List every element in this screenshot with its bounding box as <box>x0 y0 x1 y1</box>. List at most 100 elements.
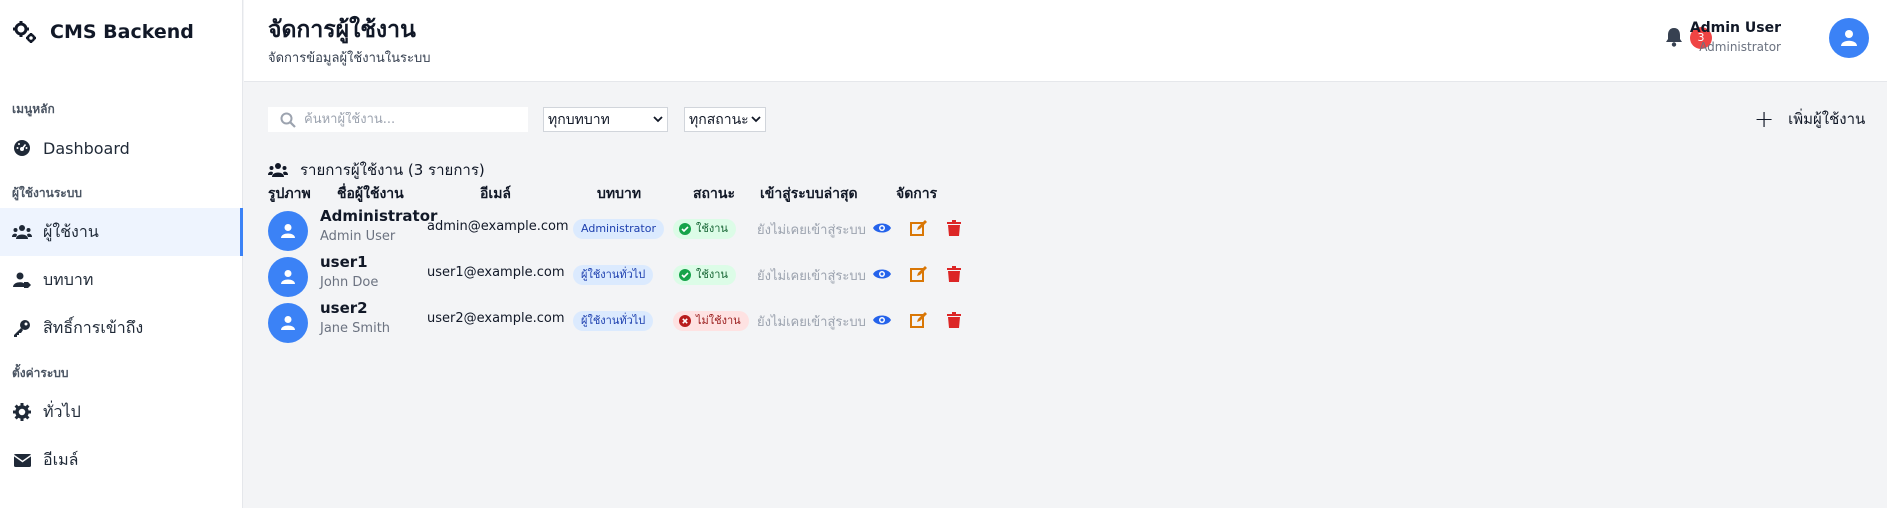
username: user2 <box>320 299 368 317</box>
sidebar-item-label: Dashboard <box>43 138 130 158</box>
status-badge: ใช้งาน <box>673 265 736 285</box>
search-box[interactable] <box>268 107 528 132</box>
users-icon <box>12 222 32 242</box>
list-title: รายการผู้ใช้งาน (3 รายการ) <box>268 158 485 182</box>
sidebar-item-label: ผู้ใช้งาน <box>43 221 99 241</box>
email: user1@example.com <box>427 265 565 280</box>
list-title-text: รายการผู้ใช้งาน (3 รายการ) <box>300 161 485 179</box>
check-circle-icon <box>679 269 691 281</box>
edit-button[interactable] <box>908 310 928 330</box>
sidebar-item-email[interactable]: อีเมล์ <box>0 436 242 484</box>
sidebar-item-dashboard[interactable]: Dashboard <box>0 124 242 172</box>
view-button[interactable] <box>872 264 892 284</box>
column-header-avatar: รูปภาพ <box>268 186 311 202</box>
full-name: Admin User <box>320 229 396 244</box>
delete-button[interactable] <box>944 310 964 330</box>
user-tag-icon <box>12 270 32 290</box>
user-icon <box>281 224 295 238</box>
last-login: ยังไม่เคยเข้าสู่ระบบ <box>757 223 866 238</box>
users-icon <box>268 163 288 177</box>
user-role: Administrator <box>1699 40 1781 54</box>
status-label: ใช้งาน <box>696 268 728 281</box>
column-header-last-login: เข้าสู่ระบบล่าสุด <box>760 186 858 202</box>
user-icon <box>281 316 295 330</box>
status-badge: ใช้งาน <box>673 219 736 239</box>
avatar <box>268 257 308 297</box>
section-label-users: ผู้ใช้งานระบบ <box>12 186 82 200</box>
email: user2@example.com <box>427 311 565 326</box>
column-header-status: สถานะ <box>693 186 735 202</box>
search-icon <box>280 112 296 128</box>
chevron-down-icon <box>653 116 663 123</box>
trash-icon <box>947 220 961 236</box>
column-header-actions: จัดการ <box>896 186 938 202</box>
edit-icon <box>909 265 927 282</box>
email: admin@example.com <box>427 219 569 234</box>
delete-button[interactable] <box>944 264 964 284</box>
role-filter-value: ทุกบทบาท <box>548 111 610 128</box>
last-login: ยังไม่เคยเข้าสู่ระบบ <box>757 315 866 330</box>
sidebar-item-label: ทั่วไป <box>43 401 81 421</box>
add-user-label: เพิ่มผู้ใช้งาน <box>1788 110 1866 128</box>
top-header: จัดการผู้ใช้งาน จัดการข้อมูลผู้ใช้งานในร… <box>244 0 1887 82</box>
view-button[interactable] <box>872 218 892 238</box>
column-header-role: บทบาท <box>597 186 642 202</box>
table-row: user2 Jane Smith user2@example.com ผู้ใช… <box>268 299 968 345</box>
eye-icon <box>873 223 891 233</box>
section-label-main: เมนูหลัก <box>12 102 55 116</box>
edit-button[interactable] <box>908 264 928 284</box>
sidebar-item-general[interactable]: ทั่วไป <box>0 388 242 436</box>
x-circle-icon <box>679 315 691 327</box>
role-badge: Administrator <box>573 219 664 239</box>
role-filter-select[interactable]: ทุกบทบาท <box>543 107 668 132</box>
page-subtitle: จัดการข้อมูลผู้ใช้งานในระบบ <box>268 51 431 66</box>
section-label-settings: ตั้งค่าระบบ <box>12 366 69 380</box>
avatar <box>268 211 308 251</box>
status-filter-value: ทุกสถานะ <box>689 111 749 128</box>
username: user1 <box>320 253 368 271</box>
user-icon <box>281 270 295 284</box>
status-badge: ไม่ใช้งาน <box>673 311 749 331</box>
user-icon <box>1841 30 1857 46</box>
role-badge: ผู้ใช้งานทั่วไป <box>573 311 654 331</box>
brand[interactable]: CMS Backend <box>0 0 242 64</box>
page-title: จัดการผู้ใช้งาน <box>268 17 416 43</box>
sidebar-item-permissions[interactable]: สิทธิ์การเข้าถึง <box>0 304 242 352</box>
plus-icon: + <box>1754 105 1775 133</box>
add-user-button[interactable]: + เพิ่มผู้ใช้งาน <box>1754 106 1865 132</box>
delete-button[interactable] <box>944 218 964 238</box>
status-label: ไม่ใช้งาน <box>696 314 741 327</box>
check-circle-icon <box>679 223 691 235</box>
brand-title: CMS Backend <box>50 21 194 43</box>
search-input[interactable] <box>304 112 514 127</box>
status-filter-select[interactable]: ทุกสถานะ <box>684 107 766 132</box>
avatar[interactable] <box>1829 18 1869 58</box>
view-button[interactable] <box>872 310 892 330</box>
sidebar: CMS Backend เมนูหลัก Dashboard ผู้ใช้งาน… <box>0 0 243 508</box>
sidebar-item-users[interactable]: ผู้ใช้งาน <box>0 208 243 256</box>
sidebar-item-label: บทบาท <box>43 269 94 289</box>
column-header-email: อีเมล์ <box>480 186 512 202</box>
eye-icon <box>873 315 891 325</box>
column-header-username: ชื่อผู้ใช้งาน <box>337 186 404 202</box>
edit-icon <box>909 219 927 236</box>
envelope-icon <box>12 450 32 470</box>
trash-icon <box>947 312 961 328</box>
sidebar-item-label: สิทธิ์การเข้าถึง <box>43 317 144 337</box>
chevron-down-icon <box>751 116 761 123</box>
sidebar-item-label: อีเมล์ <box>43 449 79 469</box>
gear-icon <box>12 402 32 422</box>
full-name: Jane Smith <box>320 321 391 336</box>
edit-icon <box>909 311 927 328</box>
edit-button[interactable] <box>908 218 928 238</box>
last-login: ยังไม่เคยเข้าสู่ระบบ <box>757 269 866 284</box>
dashboard-icon <box>12 138 32 158</box>
key-icon <box>12 318 32 338</box>
status-label: ใช้งาน <box>696 222 728 235</box>
sidebar-item-roles[interactable]: บทบาท <box>0 256 242 304</box>
role-badge: ผู้ใช้งานทั่วไป <box>573 265 654 285</box>
bell-icon[interactable] <box>1664 26 1684 48</box>
full-name: John Doe <box>320 275 379 290</box>
avatar <box>268 303 308 343</box>
table-row: Administrator Admin User admin@example.c… <box>268 207 968 253</box>
